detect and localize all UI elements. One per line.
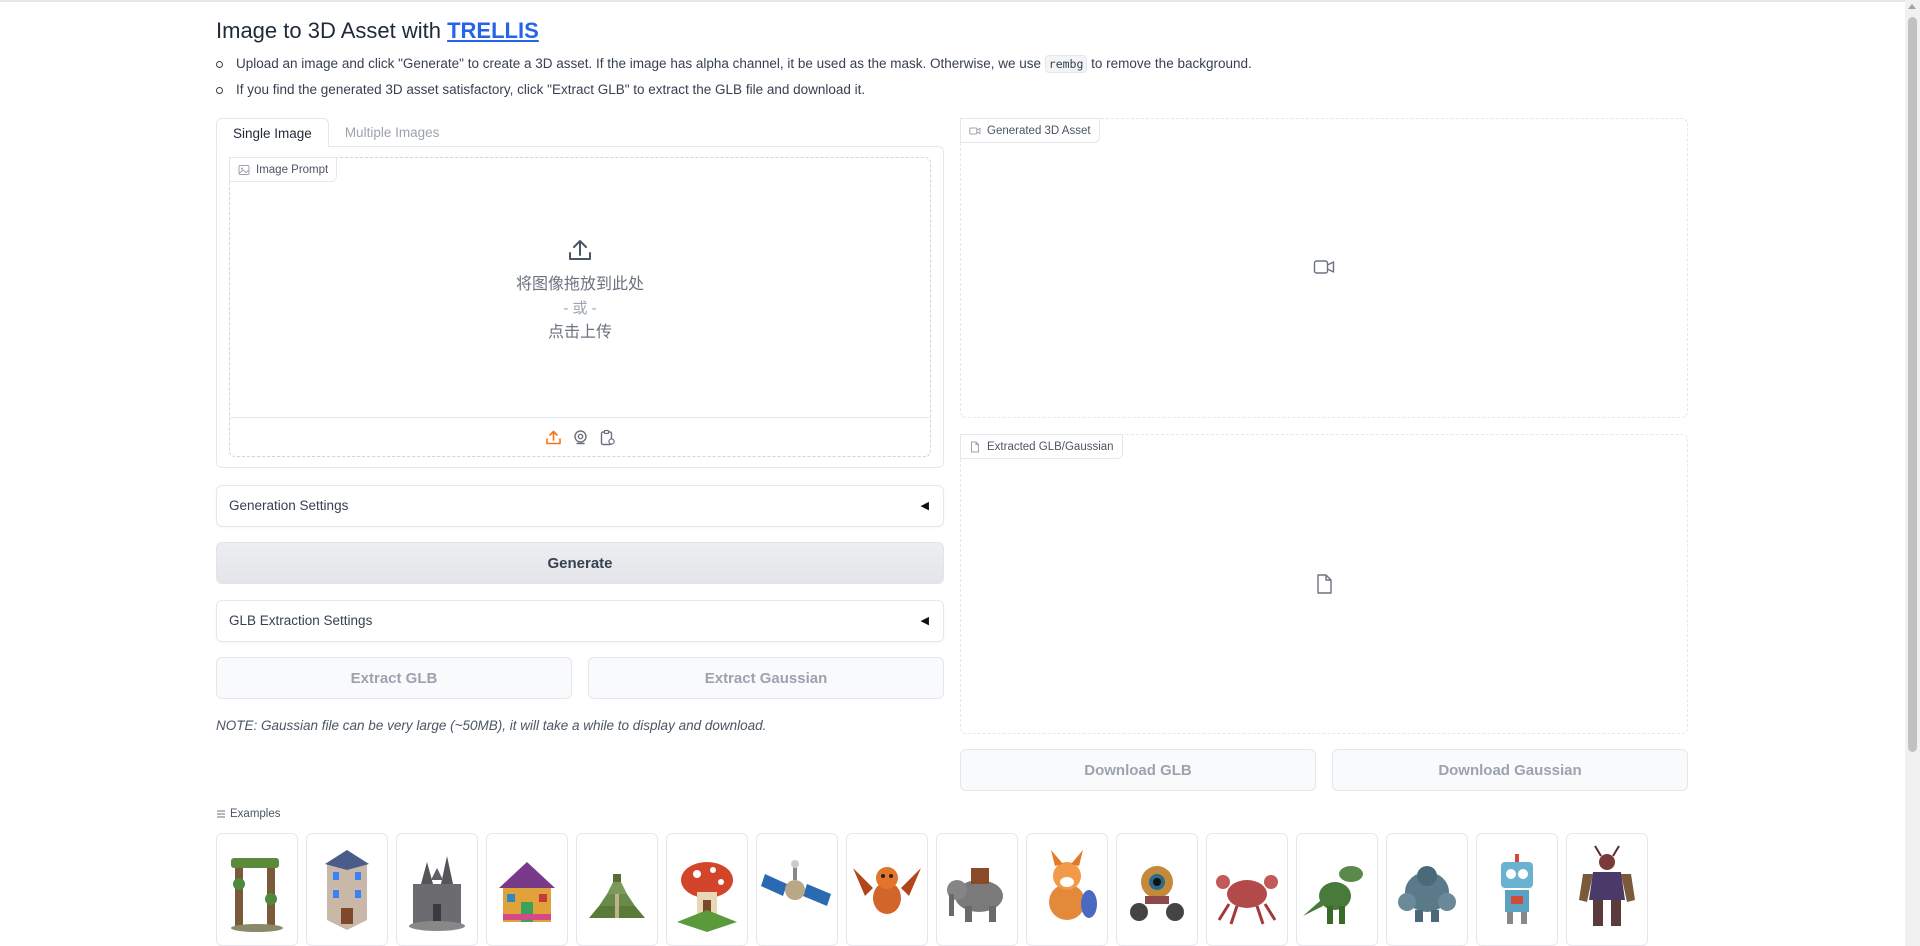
example-vine-arch[interactable] <box>216 833 298 946</box>
example-red-crab[interactable] <box>1206 833 1288 946</box>
upload-source-toolbar <box>229 417 931 457</box>
examples-label-text: Examples <box>230 808 281 820</box>
clipboard-icon[interactable] <box>599 429 616 446</box>
extract-glb-button[interactable]: Extract GLB <box>216 657 572 699</box>
code-rembg: rembg <box>1044 55 1088 73</box>
image-prompt-label: Image Prompt <box>229 157 338 182</box>
download-glb-button[interactable]: Download GLB <box>960 749 1316 791</box>
instruction-text: Upload an image and click "Generate" to … <box>236 56 1045 71</box>
examples-gallery <box>216 833 1648 946</box>
file-icon <box>1317 574 1332 594</box>
gaussian-note: NOTE: Gaussian file can be very large (~… <box>216 718 767 733</box>
scroll-up-arrow-icon[interactable] <box>1908 4 1916 9</box>
example-stone-castle[interactable] <box>396 833 478 946</box>
example-tower-building[interactable] <box>306 833 388 946</box>
page-scrollbar[interactable] <box>1905 0 1920 946</box>
example-green-dinosaur[interactable] <box>1296 833 1378 946</box>
tab-multiple-images[interactable]: Multiple Images <box>329 118 456 147</box>
example-mushroom-house[interactable] <box>666 833 748 946</box>
example-rock-golem[interactable] <box>1386 833 1468 946</box>
example-step-pyramid[interactable] <box>576 833 658 946</box>
download-gaussian-button[interactable]: Download Gaussian <box>1332 749 1688 791</box>
top-border <box>0 0 1905 2</box>
upload-icon <box>569 240 591 260</box>
example-fox-creature[interactable] <box>1026 833 1108 946</box>
video-icon <box>1313 260 1335 274</box>
collapse-arrow-icon: ◀ <box>920 500 929 512</box>
examples-label: Examples <box>216 808 281 820</box>
list-icon <box>217 810 225 818</box>
generated-3d-asset-label: Generated 3D Asset <box>960 118 1100 143</box>
image-prompt-label-text: Image Prompt <box>256 163 329 176</box>
instruction-text: If you find the generated 3D asset satis… <box>236 82 866 97</box>
instruction-item: Upload an image and click "Generate" to … <box>216 55 1252 81</box>
extract-gaussian-button[interactable]: Extract Gaussian <box>588 657 944 699</box>
input-tabs: Single Image Multiple Images <box>216 118 455 147</box>
example-wheeled-robot[interactable] <box>1116 833 1198 946</box>
glb-settings-label: GLB Extraction Settings <box>229 613 373 628</box>
example-satellite[interactable] <box>756 833 838 946</box>
trellis-link[interactable]: TRELLIS <box>447 18 539 43</box>
example-orange-dragon[interactable] <box>846 833 928 946</box>
file-icon <box>971 441 979 452</box>
generation-settings-accordion[interactable]: Generation Settings ◀ <box>216 485 944 527</box>
example-colorful-house[interactable] <box>486 833 568 946</box>
generated-3d-asset-label-text: Generated 3D Asset <box>987 124 1091 137</box>
tab-single-image[interactable]: Single Image <box>216 118 329 147</box>
collapse-arrow-icon: ◀ <box>920 615 929 627</box>
title-text: Image to 3D Asset with <box>216 18 448 43</box>
generate-button[interactable]: Generate <box>216 542 944 584</box>
scrollbar-thumb[interactable] <box>1908 17 1917 752</box>
generation-settings-label: Generation Settings <box>229 498 349 513</box>
webcam-icon[interactable] <box>572 429 589 446</box>
extracted-glb-gaussian-label: Extracted GLB/Gaussian <box>960 434 1123 459</box>
click-upload-text: 点击上传 <box>547 324 612 341</box>
extracted-glb-gaussian-label-text: Extracted GLB/Gaussian <box>987 440 1114 453</box>
upload-prompt[interactable]: 将图像拖放到此处 - 或 - 点击上传 <box>229 237 931 345</box>
example-blue-robot[interactable] <box>1476 833 1558 946</box>
glb-extraction-settings-accordion[interactable]: GLB Extraction Settings ◀ <box>216 600 944 642</box>
instructions-list: Upload an image and click "Generate" to … <box>216 55 1252 107</box>
video-icon <box>969 127 981 134</box>
upload-icon[interactable] <box>545 429 562 446</box>
example-armored-warrior[interactable] <box>1566 833 1648 946</box>
instruction-text-end: to remove the background. <box>1087 56 1252 71</box>
instruction-item: If you find the generated 3D asset satis… <box>216 81 1252 107</box>
example-war-elephant[interactable] <box>936 833 1018 946</box>
page-title: Image to 3D Asset with TRELLIS <box>216 18 539 44</box>
or-text: - 或 - <box>563 300 597 317</box>
image-icon <box>238 164 250 175</box>
drop-text: 将图像拖放到此处 <box>515 276 644 293</box>
